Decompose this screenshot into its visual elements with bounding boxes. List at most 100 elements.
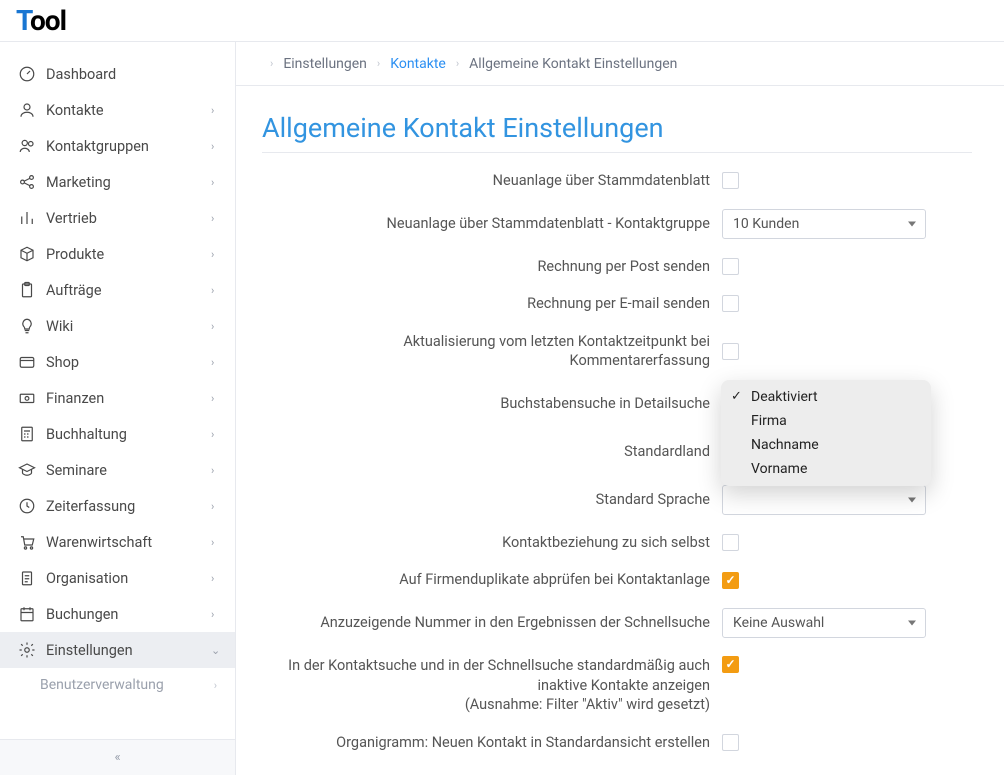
chevron-right-icon: › [211, 572, 221, 585]
dropdown-option[interactable]: Vorname [721, 457, 931, 481]
sidebar-item-label: Kontakte [46, 102, 211, 119]
checkbox[interactable] [722, 172, 739, 189]
sidebar-item-kontakte[interactable]: Kontakte› [0, 92, 235, 128]
chevron-right-icon: › [211, 320, 221, 333]
form-label: Neuanlage über Stammdatenblatt - Kontakt… [262, 214, 722, 234]
sidebar-item-label: Shop [46, 354, 211, 371]
user-icon [18, 101, 36, 119]
page-title: Allgemeine Kontakt Einstellungen [262, 112, 972, 153]
sidebar-item-warenwirtschaft[interactable]: Warenwirtschaft› [0, 524, 235, 560]
sidebar-item-produkte[interactable]: Produkte› [0, 236, 235, 272]
form-row: Aktualisierung vom letzten Kontaktzeitpu… [262, 332, 972, 371]
checkbox[interactable] [722, 656, 739, 673]
form-row: Rechnung per Post senden [262, 257, 972, 277]
chevron-right-icon: › [456, 57, 459, 70]
chevron-right-icon: › [270, 57, 273, 70]
sidebar-item-kontaktgruppen[interactable]: Kontaktgruppen› [0, 128, 235, 164]
chevron-right-icon: › [214, 679, 217, 692]
chevron-right-icon: › [211, 104, 221, 117]
sidebar-item-label: Finanzen [46, 390, 211, 407]
checkbox[interactable] [722, 572, 739, 589]
sidebar-item-seminare[interactable]: Seminare› [0, 452, 235, 488]
form-label: Anzuzeigende Nummer in den Ergebnissen d… [262, 613, 722, 633]
sidebar-item-label: Seminare [46, 462, 211, 479]
sidebar-item-zeiterfassung[interactable]: Zeiterfassung› [0, 488, 235, 524]
sidebar-item-dashboard[interactable]: Dashboard [0, 56, 235, 92]
sidebar-item-auftraege[interactable]: Aufträge› [0, 272, 235, 308]
chevron-down-icon: ⌄ [211, 644, 221, 657]
sidebar-item-label: Kontaktgruppen [46, 138, 211, 155]
form-row: Kontaktbeziehung zu sich selbst [262, 533, 972, 553]
gradcap-icon [18, 461, 36, 479]
checkbox[interactable] [722, 295, 739, 312]
breadcrumb-item-1[interactable]: Kontakte [390, 56, 446, 72]
form-row: Neuanlage über Stammdatenblatt [262, 171, 972, 191]
select[interactable]: Keine Auswahl [722, 608, 926, 638]
logo-rest: ool [30, 4, 66, 37]
breadcrumb: › Einstellungen › Kontakte › Allgemeine … [236, 42, 1004, 86]
gear-icon [18, 641, 36, 659]
form-label: In der Kontaktsuche und in der Schnellsu… [262, 656, 722, 715]
clipboard2-icon [18, 569, 36, 587]
sidebar-item-buchungen[interactable]: Buchungen› [0, 596, 235, 632]
sidebar-sub-label: Benutzerverwaltung [40, 677, 164, 693]
sidebar-item-organisation[interactable]: Organisation› [0, 560, 235, 596]
calendar-icon [18, 605, 36, 623]
breadcrumb-item-0[interactable]: Einstellungen [283, 56, 367, 72]
form-control [722, 295, 932, 312]
select[interactable] [722, 485, 926, 515]
clock-icon [18, 497, 36, 515]
sidebar-item-label: Warenwirtschaft [46, 534, 211, 551]
chevron-right-icon: › [211, 464, 221, 477]
checkbox[interactable] [722, 534, 739, 551]
form-label: Rechnung per Post senden [262, 257, 722, 277]
sidebar-item-label: Dashboard [46, 66, 221, 83]
dropdown-option[interactable]: Nachname [721, 433, 931, 457]
sidebar-item-label: Organisation [46, 570, 211, 587]
form-row: Rechnung per E-mail senden [262, 294, 972, 314]
dropdown-menu[interactable]: DeaktiviertFirmaNachnameVorname [721, 380, 931, 486]
form-control [722, 258, 932, 275]
sidebar-item-label: Buchhaltung [46, 426, 211, 443]
chevron-right-icon: › [377, 57, 380, 70]
sidebar-collapse[interactable]: « [0, 739, 235, 775]
form-control: 10 Kunden [722, 209, 932, 239]
sidebar-item-shop[interactable]: Shop› [0, 344, 235, 380]
sidebar-item-label: Einstellungen [46, 642, 211, 659]
sidebar-item-wiki[interactable]: Wiki› [0, 308, 235, 344]
sidebar-item-buchhaltung[interactable]: Buchhaltung› [0, 416, 235, 452]
select[interactable]: 10 Kunden [722, 209, 926, 239]
form-row: Anzuzeigende Nummer in den Ergebnissen d… [262, 608, 972, 638]
checkbox[interactable] [722, 734, 739, 751]
sidebar-sub-item[interactable]: Benutzerverwaltung › [0, 668, 235, 702]
sidebar-item-label: Aufträge [46, 282, 211, 299]
form-label: Buchstabensuche in Detailsuche [262, 394, 722, 414]
dropdown-option[interactable]: Deaktiviert [721, 385, 931, 409]
sidebar-item-label: Wiki [46, 318, 211, 335]
dropdown-option[interactable]: Firma [721, 409, 931, 433]
checkbox[interactable] [722, 258, 739, 275]
sidebar-item-marketing[interactable]: Marketing› [0, 164, 235, 200]
sidebar-item-finanzen[interactable]: Finanzen› [0, 380, 235, 416]
form-control [722, 343, 932, 360]
chevron-right-icon: › [211, 500, 221, 513]
form-row: Auf Firmenduplikate abprüfen bei Kontakt… [262, 570, 972, 590]
form-row: Standard Sprache [262, 485, 972, 515]
users-icon [18, 137, 36, 155]
form-row: In der Kontaktsuche und in der Schnellsu… [262, 656, 972, 715]
form-row: Neuanlage über Stammdatenblatt - Kontakt… [262, 209, 972, 239]
header-bar: Tool [0, 0, 1004, 42]
checkbox[interactable] [722, 343, 739, 360]
chevron-right-icon: › [211, 428, 221, 441]
bulb-icon [18, 317, 36, 335]
form-label: Organigramm: Neuen Kontakt in Standardan… [262, 733, 722, 753]
form-control: Keine Auswahl [722, 608, 932, 638]
sidebar-item-vertrieb[interactable]: Vertrieb› [0, 200, 235, 236]
sidebar-list: DashboardKontakte›Kontaktgruppen›Marketi… [0, 42, 235, 739]
sidebar-item-label: Buchungen [46, 606, 211, 623]
sidebar-item-label: Produkte [46, 246, 211, 263]
bars-icon [18, 209, 36, 227]
card-icon [18, 353, 36, 371]
sidebar-item-label: Zeiterfassung [46, 498, 211, 515]
sidebar-item-einstellungen[interactable]: Einstellungen⌄ [0, 632, 235, 668]
